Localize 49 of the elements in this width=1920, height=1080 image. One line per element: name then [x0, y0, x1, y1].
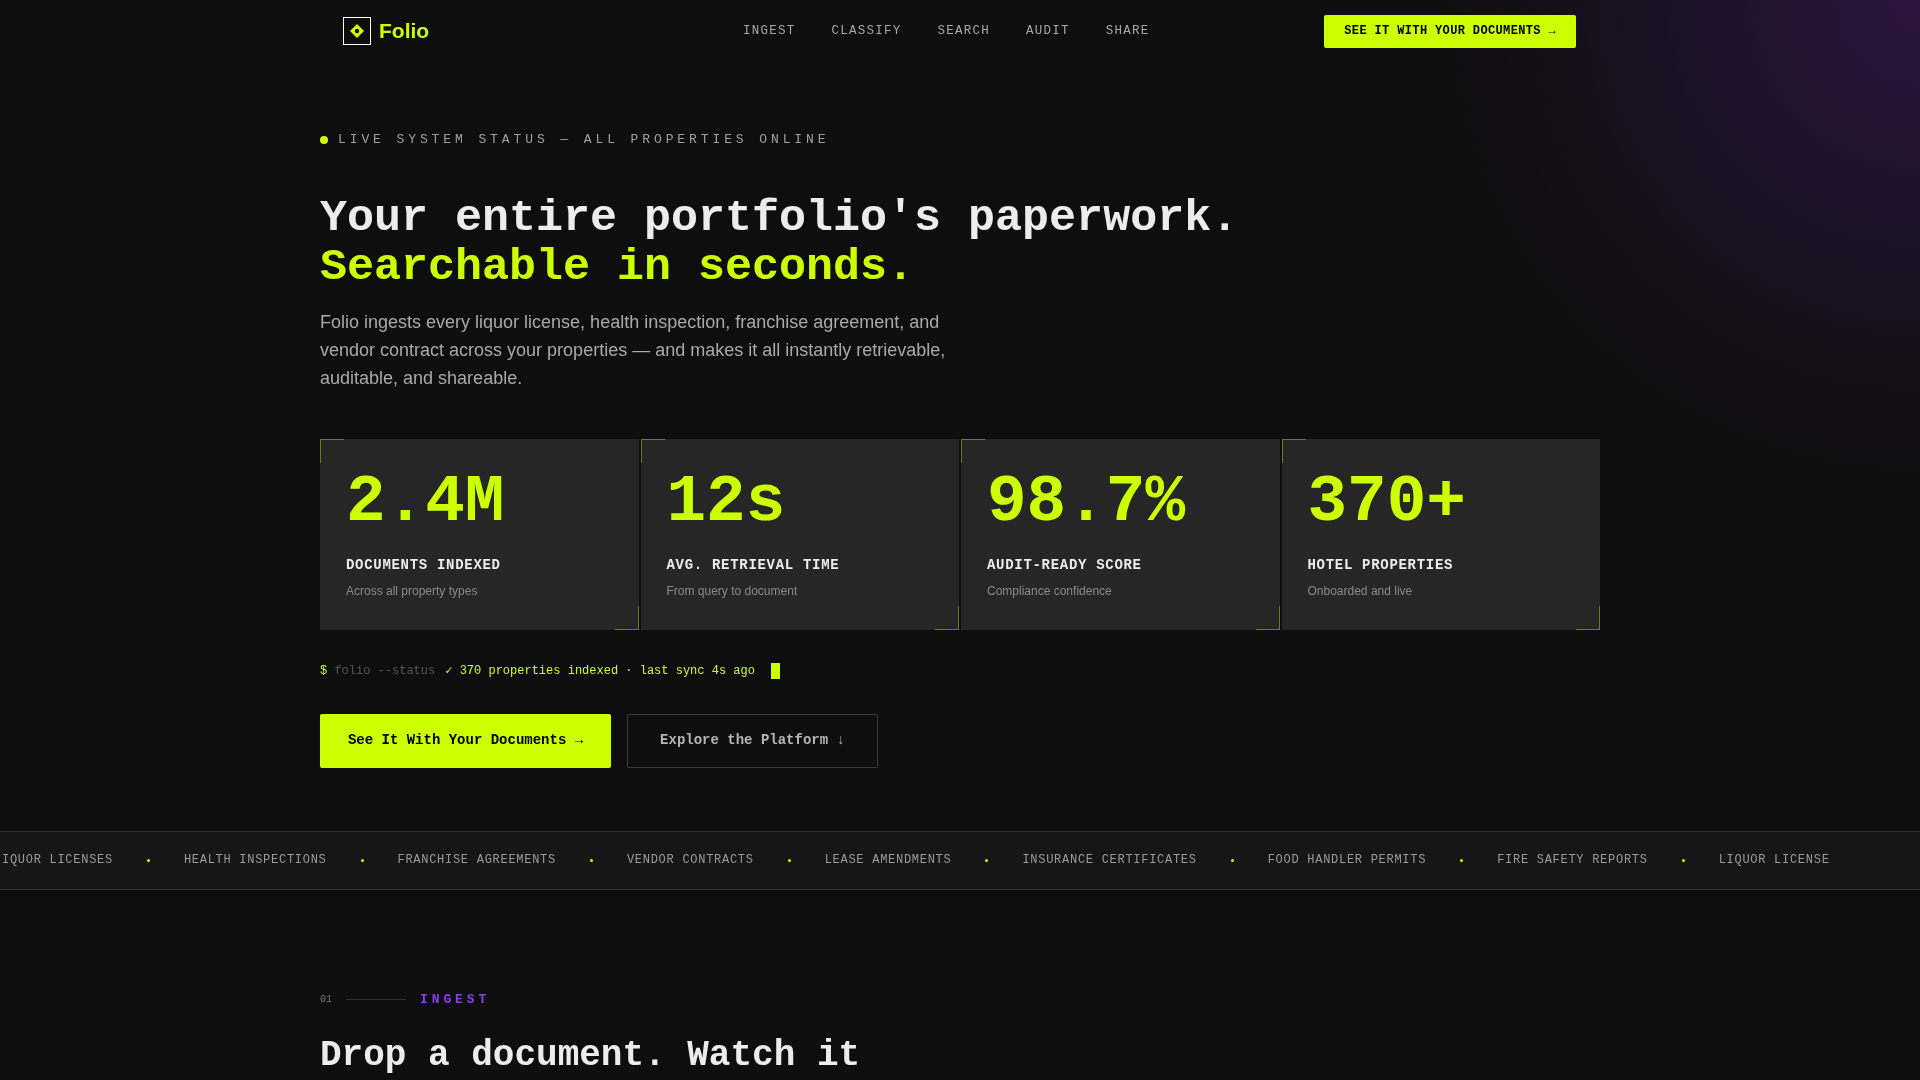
stat-caption: Across all property types [346, 582, 479, 600]
stat-value: 2.4M [346, 466, 506, 539]
stat-value: 12s [666, 466, 787, 539]
corner-mark [935, 605, 959, 630]
corner-mark [614, 605, 639, 630]
nav-link[interactable]: SEARCH [937, 21, 991, 41]
headline: Your entire portfolio's paperwork. [320, 193, 1240, 243]
section-label: INGEST [420, 990, 491, 1009]
section-title: Drop a document. Watch it [320, 1035, 862, 1077]
corner-mark [1255, 605, 1280, 630]
stat-caption: Compliance confidence [987, 582, 1113, 600]
ticker-item: VENDOR CONTRACTS [626, 852, 754, 869]
corner-mark [640, 438, 665, 463]
stat-label: AUDIT-READY SCORE [987, 555, 1143, 575]
terminal-output: ✓ 370 properties indexed · last sync 4s ago [445, 662, 755, 680]
ticker-item: INSURANCE CERTIFICATES [1022, 852, 1197, 869]
intro-paragraph: Folio ingests every liquor license, health inspection, franchise agreement, and vendor contract across your properties — and makes it all instantly retrievable, auditable, and shareable. [320, 310, 947, 390]
hero-button[interactable]: Explore the Platform ↓ [627, 713, 878, 768]
nav-link[interactable]: SHARE [1105, 21, 1150, 41]
cta-button[interactable]: SEE IT WITH YOUR DOCUMENTS → [1324, 14, 1576, 48]
terminal-command: $ folio --status [320, 662, 436, 680]
stat-value: 370+ [1307, 466, 1467, 539]
stat-label: AVG. RETRIEVAL TIME [666, 555, 841, 575]
ticker-item: FIRE SAFETY REPORTS [1497, 852, 1648, 869]
ticker-item: LIQUOR LICENSE [1718, 852, 1830, 869]
ticker-item: LEASE AMENDMENTS [824, 852, 952, 869]
nav-link[interactable]: INGEST [743, 21, 796, 41]
corner-mark [1281, 438, 1306, 463]
corner-mark [961, 438, 985, 463]
ticker-item: FRANCHISE AGREEMENTS [397, 852, 556, 869]
stat-caption: Onboarded and live [1307, 582, 1414, 600]
ticker-item: IQUOR LICENSES [2, 852, 113, 869]
ticker-item: HEALTH INSPECTIONS [183, 852, 327, 869]
stat-value: 98.7% [987, 466, 1187, 539]
stat-label: HOTEL PROPERTIES [1307, 555, 1455, 575]
logo-icon[interactable] [343, 17, 371, 45]
headline: Searchable in seconds. [320, 242, 916, 292]
ticker-item: FOOD HANDLER PERMITS [1267, 852, 1427, 869]
stat-label: DOCUMENTS INDEXED [346, 555, 502, 575]
brand-name[interactable]: Folio [379, 15, 430, 47]
corner-mark [320, 438, 344, 463]
nav-link[interactable]: CLASSIFY [831, 21, 902, 41]
cursor-icon [770, 662, 780, 679]
status-text: LIVE SYSTEM STATUS — ALL PROPERTIES ONLINE [338, 131, 830, 149]
section-number: 01 [320, 992, 332, 1007]
stat-caption: From query to document [666, 582, 799, 600]
hero-button[interactable]: See It With Your Documents → [320, 713, 611, 768]
nav-link[interactable]: AUDIT [1026, 21, 1070, 41]
corner-mark [1576, 605, 1600, 630]
